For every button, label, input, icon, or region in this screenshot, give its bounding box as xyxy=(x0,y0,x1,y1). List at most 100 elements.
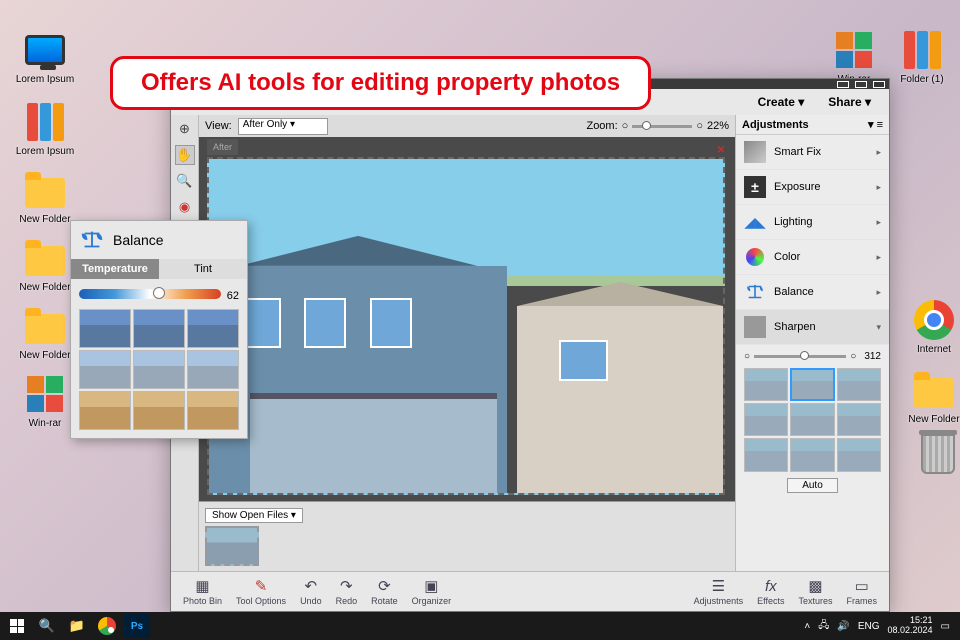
sharpen-value: 312 xyxy=(864,351,881,362)
undo-button[interactable]: ↶Undo xyxy=(294,575,328,608)
desktop-icon-label: Lorem Ipsum xyxy=(15,146,75,157)
taskbar-clock[interactable]: 15:2108.02.2024 xyxy=(888,616,933,636)
tray-network-icon[interactable]: 🖧 xyxy=(818,618,829,635)
desktop-icon-winrar[interactable]: Win-rar xyxy=(15,372,75,429)
open-files-select[interactable]: Show Open Files ▾ xyxy=(205,508,303,523)
desktop-icon-label: New Folder xyxy=(15,282,75,293)
preset-thumb[interactable] xyxy=(187,309,239,348)
taskbar: 🔍 📁 Ps ˄ 🖧 🔊 ENG 15:2108.02.2024 ▭ xyxy=(0,612,960,640)
view-label: View: xyxy=(205,120,232,132)
eye-tool[interactable]: ◉ xyxy=(175,197,195,217)
preset-thumb[interactable] xyxy=(79,309,131,348)
effects-button[interactable]: fxEffects xyxy=(751,576,790,608)
preset-thumb[interactable] xyxy=(837,368,881,401)
adj-color[interactable]: Color▸ xyxy=(736,240,889,275)
explorer-button[interactable]: 📁 xyxy=(64,614,90,638)
photo-bin-button[interactable]: ▦Photo Bin xyxy=(177,575,228,608)
close-button[interactable] xyxy=(873,81,885,88)
preset-thumb[interactable] xyxy=(133,391,185,430)
search-button[interactable]: 🔍 xyxy=(34,614,60,638)
tool-options-button[interactable]: ✎Tool Options xyxy=(230,575,292,608)
auto-button[interactable]: Auto xyxy=(787,478,838,493)
adj-sharpen[interactable]: Sharpen▾ xyxy=(736,310,889,345)
start-button[interactable] xyxy=(4,614,30,638)
preset-thumb[interactable] xyxy=(79,391,131,430)
textures-button[interactable]: ▩Textures xyxy=(792,575,838,608)
tint-tab[interactable]: Tint xyxy=(159,259,247,279)
open-files-panel: Show Open Files ▾ xyxy=(199,501,735,571)
tray-lang[interactable]: ENG xyxy=(858,621,880,632)
adjustments-button[interactable]: ☰Adjustments xyxy=(688,575,750,608)
preset-thumb[interactable] xyxy=(790,403,834,436)
organizer-button[interactable]: ▣Organizer xyxy=(406,575,458,608)
sharpen-presets xyxy=(744,368,881,472)
preset-thumb[interactable] xyxy=(837,403,881,436)
desktop-icon-label: New Folder xyxy=(15,214,75,225)
create-menu[interactable]: Create ▾ xyxy=(750,93,813,111)
rotate-button[interactable]: ⟳Rotate xyxy=(365,575,404,608)
adj-smart-fix[interactable]: Smart Fix▸ xyxy=(736,135,889,170)
view-mode-select[interactable]: After Only ▾ xyxy=(238,118,328,135)
frames-button[interactable]: ▭Frames xyxy=(840,575,883,608)
preset-thumb[interactable] xyxy=(744,403,788,436)
zoom-in-icon[interactable]: ○ xyxy=(696,120,703,132)
chrome-taskbar[interactable] xyxy=(94,614,120,638)
preset-thumb[interactable] xyxy=(837,438,881,471)
desktop-icon-binder[interactable]: Folder (1) xyxy=(892,28,952,85)
desktop-icon-folder[interactable]: New Folder xyxy=(904,368,960,425)
house-photo xyxy=(207,157,725,495)
canvas-viewport[interactable]: After × xyxy=(199,137,735,501)
zoom-out-icon[interactable]: ○ xyxy=(622,120,629,132)
maximize-button[interactable] xyxy=(855,81,867,88)
temperature-tab[interactable]: Temperature xyxy=(71,259,159,279)
share-menu[interactable]: Share ▾ xyxy=(820,93,879,111)
view-bar: View: After Only ▾ Zoom: ○ ○ 22% xyxy=(199,115,735,137)
zoom-slider[interactable] xyxy=(632,125,692,128)
preset-thumb[interactable] xyxy=(744,368,788,401)
desktop-icon-folder[interactable]: New Folder xyxy=(15,236,75,293)
minus-icon[interactable]: ○ xyxy=(744,351,750,362)
preset-thumb[interactable] xyxy=(133,350,185,389)
tray-chevron-icon[interactable]: ˄ xyxy=(804,621,810,632)
balance-popup: Balance Temperature Tint 62 xyxy=(70,220,248,439)
desktop-icon-folder[interactable]: New Folder xyxy=(15,168,75,225)
preset-thumb[interactable] xyxy=(744,438,788,471)
desktop-icon-label: Win-rar xyxy=(15,418,75,429)
desktop-icon-pc[interactable]: Lorem Ipsum xyxy=(15,28,75,85)
exposure-icon: ± xyxy=(744,176,766,198)
file-thumbnail[interactable] xyxy=(205,526,259,566)
annotation-bubble: Offers AI tools for editing property pho… xyxy=(110,56,651,110)
redo-button[interactable]: ↷Redo xyxy=(330,575,364,608)
minimize-button[interactable] xyxy=(837,81,849,88)
plus-icon[interactable]: ○ xyxy=(850,351,856,362)
adj-lighting[interactable]: ◢◣Lighting▸ xyxy=(736,205,889,240)
desktop-icon-label: New Folder xyxy=(904,414,960,425)
tray-notifications-icon[interactable]: ▭ xyxy=(941,621,950,632)
tray-sound-icon[interactable]: 🔊 xyxy=(837,621,849,632)
canvas-tab-label: After xyxy=(207,139,238,155)
preset-thumb[interactable] xyxy=(79,350,131,389)
desktop-icon-binder[interactable]: Lorem Ipsum xyxy=(15,100,75,157)
desktop-icon-folder[interactable]: New Folder xyxy=(15,304,75,361)
desktop-icon-trash[interactable] xyxy=(908,432,960,478)
desktop-icon-chrome[interactable]: Internet xyxy=(904,298,960,355)
temperature-slider[interactable] xyxy=(79,289,221,299)
preset-thumb[interactable] xyxy=(187,391,239,430)
sharpen-controls: ○ ○ 312 Auto xyxy=(736,345,889,501)
magnify-tool[interactable]: 🔍 xyxy=(175,171,195,191)
adj-balance[interactable]: Balance▸ xyxy=(736,275,889,310)
desktop-icon-winrar[interactable]: Win-rar xyxy=(824,28,884,85)
adj-exposure[interactable]: ±Exposure▸ xyxy=(736,170,889,205)
zoom-tool[interactable]: ⊕ xyxy=(175,119,195,139)
preset-thumb[interactable] xyxy=(133,309,185,348)
hand-tool[interactable]: ✋ xyxy=(175,145,195,165)
photo-editor-window: Create ▾ Share ▾ ⊕ ✋ 🔍 ◉ View: After Onl… xyxy=(170,78,890,612)
preset-thumb[interactable] xyxy=(790,368,834,401)
sharpen-slider[interactable] xyxy=(754,355,846,358)
sharpen-icon xyxy=(744,316,766,338)
photoshop-taskbar[interactable]: Ps xyxy=(124,614,150,638)
preset-thumb[interactable] xyxy=(187,350,239,389)
preset-thumb[interactable] xyxy=(790,438,834,471)
close-tab-icon[interactable]: × xyxy=(717,141,725,157)
desktop-icon-label: Internet xyxy=(904,344,960,355)
